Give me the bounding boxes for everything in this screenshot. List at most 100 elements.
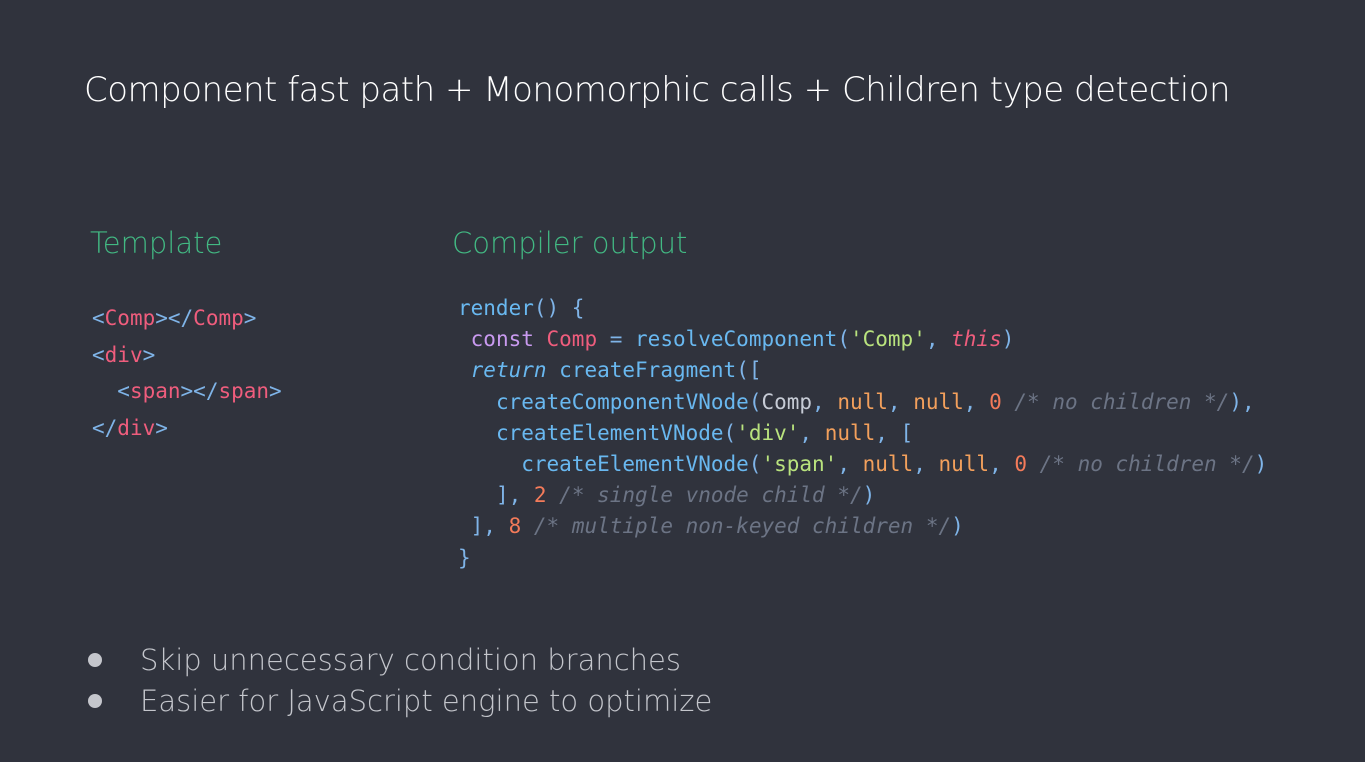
code-token: this <box>951 327 1002 352</box>
code-token: ) <box>862 483 876 508</box>
code-token: Comp <box>761 389 813 414</box>
code-token: /* multiple non-keyed children */ <box>533 514 952 539</box>
code-token: </ <box>92 415 118 440</box>
code-token: ></ <box>180 379 219 403</box>
code-token: ) <box>1001 327 1015 352</box>
code-token: < <box>117 379 130 403</box>
code-token: ( <box>748 452 762 477</box>
bullet-dot-icon <box>88 694 102 708</box>
code-token: return <box>470 358 560 383</box>
code-token: , <box>925 327 952 352</box>
code-token: createElementVNode <box>495 420 724 445</box>
code-line: <div> <box>92 337 282 374</box>
code-token: () { <box>533 296 585 320</box>
code-token: = <box>597 327 636 352</box>
code-line: createElementVNode('div', null, [ <box>458 418 1267 449</box>
code-line: </div> <box>92 410 282 447</box>
bullet-text: Skip unnecessary condition branches <box>140 643 682 677</box>
code-token: 2 <box>533 483 560 508</box>
template-heading: Template <box>90 226 223 260</box>
code-token: null <box>824 420 876 445</box>
code-line: const Comp = resolveComponent('Comp', th… <box>458 324 1267 355</box>
code-token: div <box>117 415 156 440</box>
code-token: ], <box>470 514 509 539</box>
code-line: return createFragment([ <box>458 355 1267 386</box>
code-token: < <box>92 306 105 330</box>
code-token: ) <box>1254 452 1268 477</box>
code-token: 'span' <box>761 452 838 477</box>
code-token: createElementVNode <box>521 452 749 477</box>
code-token: span <box>129 379 181 403</box>
slide-title: Component fast path + Monomorphic calls … <box>84 70 1231 110</box>
code-token: ([ <box>736 358 762 383</box>
code-token: 8 <box>508 514 534 539</box>
code-token: ( <box>837 327 850 352</box>
code-token: /* no children */ <box>1039 452 1255 477</box>
code-token: createFragment <box>559 358 737 383</box>
code-token: Comp <box>193 306 244 330</box>
slide: Component fast path + Monomorphic calls … <box>0 0 1365 762</box>
code-line: } <box>458 543 1267 574</box>
code-token: > <box>243 306 257 330</box>
code-token: null <box>913 389 964 414</box>
code-token: ( <box>748 389 762 414</box>
code-token: render <box>458 296 534 320</box>
code-token: , [ <box>875 420 914 445</box>
code-token: const <box>470 327 547 352</box>
code-token: null <box>938 452 990 477</box>
code-token: 0 <box>1014 452 1040 477</box>
code-token: < <box>92 342 105 367</box>
code-line: ], 8 /* multiple non-keyed children */) <box>458 511 1267 542</box>
code-token: , <box>963 389 990 414</box>
code-token: , <box>837 452 863 477</box>
code-token: resolveComponent <box>635 327 838 352</box>
code-line: <span></span> <box>92 373 282 410</box>
code-token: > <box>155 415 168 440</box>
code-token: ], <box>495 483 534 508</box>
code-line: ], 2 /* single vnode child */) <box>458 480 1267 511</box>
code-token: null <box>862 452 914 477</box>
template-code-block: <Comp></Comp> <div> <span></span> </div> <box>92 300 282 446</box>
code-token: /* no children */ <box>1014 389 1230 414</box>
code-token: /* single vnode child */ <box>559 483 863 508</box>
code-line: render() { <box>458 293 1267 324</box>
code-token: , <box>812 389 838 414</box>
code-token: div <box>104 342 143 367</box>
code-token: ), <box>1229 389 1255 414</box>
bullet-dot-icon <box>88 653 102 667</box>
code-token: > <box>142 342 156 367</box>
bullet-item: Skip unnecessary condition branches <box>84 640 712 681</box>
compiler-code-block: render() { const Comp = resolveComponent… <box>458 293 1267 574</box>
code-token: null <box>837 389 888 414</box>
code-token: ></ <box>155 306 194 330</box>
code-token: , <box>887 389 914 414</box>
code-token: span <box>218 379 270 403</box>
bullet-item: Easier for JavaScript engine to optimize <box>84 681 712 722</box>
code-token: > <box>269 379 282 403</box>
code-line: createElementVNode('span', null, null, 0… <box>458 449 1267 480</box>
code-token: , <box>989 452 1015 477</box>
code-token: 'div' <box>736 420 800 445</box>
code-token: , <box>913 452 939 477</box>
code-token: createComponentVNode <box>495 389 749 414</box>
code-token: 0 <box>989 389 1015 414</box>
code-token: ) <box>951 514 964 539</box>
code-token: } <box>458 545 471 570</box>
code-line: createComponentVNode(Comp, null, null, 0… <box>458 387 1267 418</box>
compiler-output-heading: Compiler output <box>452 226 688 260</box>
code-line: <Comp></Comp> <box>92 300 282 337</box>
code-token: Comp <box>104 306 156 330</box>
code-token: Comp <box>546 327 598 352</box>
bullet-text: Easier for JavaScript engine to optimize <box>140 684 713 718</box>
code-token: , <box>799 420 825 445</box>
code-token: 'Comp' <box>849 327 926 352</box>
bullet-list: Skip unnecessary condition branches Easi… <box>84 640 712 722</box>
